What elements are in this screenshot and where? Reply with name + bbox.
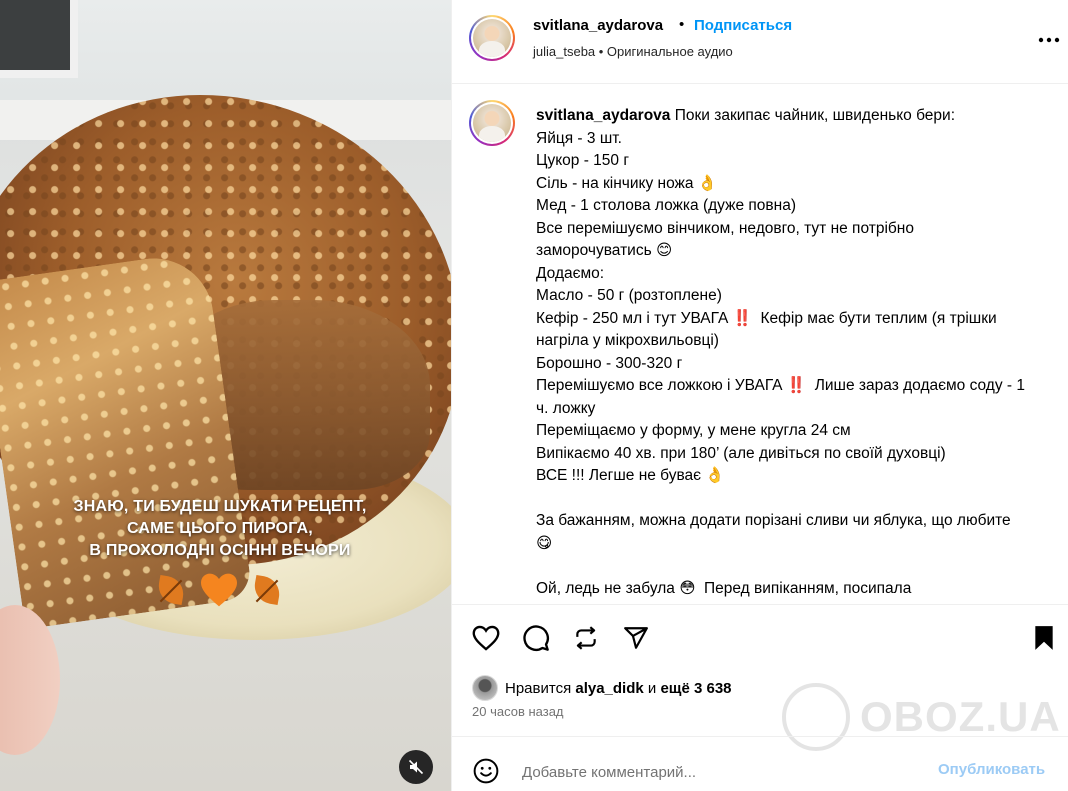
- hand: [0, 605, 60, 755]
- comment-input[interactable]: [522, 761, 922, 783]
- bookmark-icon: [1035, 626, 1053, 650]
- publish-button[interactable]: Опубликовать: [938, 761, 1045, 778]
- overlay-line: В ПРОХОЛОДНІ ОСІННІ ВЕЧОРИ: [89, 542, 351, 559]
- emoji-button[interactable]: [470, 755, 502, 787]
- likes-prefix: Нравится: [505, 679, 576, 697]
- post-timestamp[interactable]: 20 часов назад: [472, 704, 564, 719]
- caption-section: svitlana_aydarova Поки закипає чайник, ш…: [452, 84, 1068, 604]
- separator-dot: •: [679, 16, 685, 33]
- orange-heart-icon: [201, 573, 237, 607]
- comment-icon: [523, 625, 549, 651]
- repost-button[interactable]: [570, 622, 602, 654]
- audio-line[interactable]: julia_tseba • Оригинальное аудио: [533, 44, 733, 59]
- caption: svitlana_aydarova Поки закипає чайник, ш…: [536, 105, 1026, 600]
- post-panel: svitlana_aydarova • Подписаться julia_ts…: [451, 0, 1068, 791]
- liker-avatar[interactable]: [472, 675, 498, 701]
- overlay-line: САМЕ ЦЬОГО ПИРОГА,: [127, 520, 313, 537]
- overlay-line: ЗНАЮ, ТИ БУДЕШ ШУКАТИ РЕЦЕПТ,: [73, 498, 367, 515]
- mute-button[interactable]: [399, 750, 433, 784]
- share-icon: [624, 627, 648, 649]
- author-username[interactable]: svitlana_aydarova: [533, 17, 663, 34]
- likes-count[interactable]: ещё 3 638: [660, 680, 731, 697]
- heart-icon: [472, 625, 500, 651]
- smiley-icon: [473, 758, 499, 784]
- caption-avatar[interactable]: [469, 100, 515, 146]
- likes-summary: Нравится alya_didk и ещё 3 638: [472, 675, 732, 701]
- more-horizontal-icon: [1038, 37, 1060, 43]
- fallen-leaf-icon: [154, 573, 188, 607]
- liker-username[interactable]: alya_didk: [575, 680, 643, 697]
- window-frame: [0, 0, 78, 78]
- media-overlay-text: ЗНАЮ, ТИ БУДЕШ ШУКАТИ РЕЦЕПТ, САМЕ ЦЬОГО…: [0, 496, 440, 562]
- avatar-image: [473, 19, 511, 57]
- post-header: svitlana_aydarova • Подписаться julia_ts…: [452, 0, 1068, 84]
- overlay-emojis: [154, 570, 284, 610]
- avatar-image: [473, 104, 511, 142]
- likes-text[interactable]: Нравится alya_didk и ещё 3 638: [505, 680, 732, 697]
- caption-body: Поки закипає чайник, швиденько бери: Яйц…: [536, 107, 1025, 597]
- speaker-muted-icon: [408, 759, 424, 775]
- share-button[interactable]: [620, 622, 652, 654]
- caption-username[interactable]: svitlana_aydarova: [536, 107, 670, 124]
- likes-middle: и: [643, 679, 661, 697]
- post-media[interactable]: ЗНАЮ, ТИ БУДЕШ ШУКАТИ РЕЦЕПТ, САМЕ ЦЬОГО…: [0, 0, 451, 791]
- action-bar: Нравится alya_didk и ещё 3 638 20 часов …: [452, 604, 1068, 724]
- repost-icon: [576, 626, 596, 650]
- more-options-button[interactable]: [1037, 28, 1061, 52]
- comment-bar: Опубликовать: [452, 736, 1068, 791]
- comment-button[interactable]: [520, 622, 552, 654]
- like-button[interactable]: [470, 622, 502, 654]
- save-button[interactable]: [1028, 622, 1060, 654]
- follow-button[interactable]: Подписаться: [694, 17, 792, 34]
- avatar[interactable]: [469, 15, 515, 61]
- fallen-leaf-icon: [250, 573, 284, 607]
